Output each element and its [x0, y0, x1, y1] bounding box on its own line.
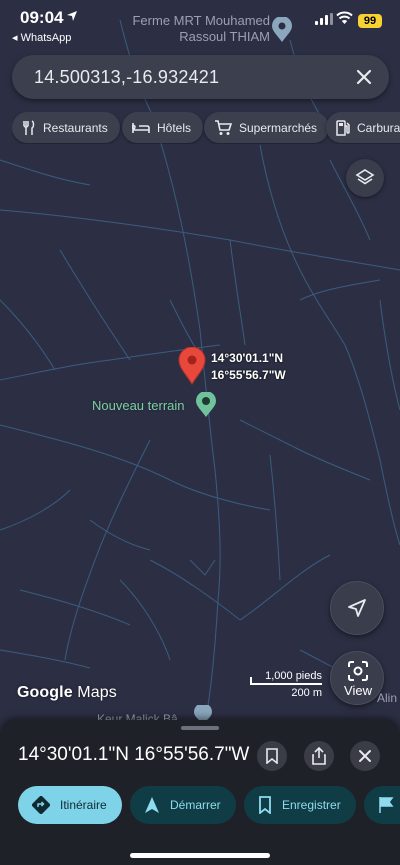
- chip-supermarkets[interactable]: Supermarchés: [204, 112, 330, 143]
- category-chips: Restaurants Hôtels Supermarchés Carburan…: [12, 112, 400, 144]
- chip-label: Restaurants: [43, 120, 108, 135]
- navigation-arrow-icon: [145, 797, 159, 813]
- bookmark-icon: [266, 748, 278, 764]
- battery-indicator: 99: [358, 14, 382, 28]
- cart-icon: [215, 119, 232, 135]
- location-services-icon: [67, 11, 77, 21]
- layers-icon: [355, 169, 375, 185]
- dropped-pin-icon[interactable]: [178, 347, 206, 385]
- flag-icon: [379, 797, 394, 813]
- bookmark-icon: [259, 796, 271, 814]
- close-icon: [359, 750, 371, 762]
- chip-label: Hôtels: [157, 120, 192, 135]
- save-label: Enregistrer: [282, 798, 341, 812]
- place-details-sheet[interactable]: 14°30'01.1"N 16°55'56.7"W Itinéraire Dém…: [0, 720, 400, 865]
- place-pin-icon[interactable]: [271, 17, 293, 43]
- place-title: 14°30'01.1"N 16°55'56.7"W: [18, 744, 250, 765]
- bed-icon: [132, 122, 150, 133]
- fuel-icon: [336, 119, 350, 136]
- directions-button[interactable]: Itinéraire: [18, 786, 122, 824]
- share-button[interactable]: [304, 741, 334, 771]
- my-location-button[interactable]: [330, 581, 384, 635]
- label-flag-button[interactable]: [364, 786, 400, 824]
- maps-wordmark: Maps: [77, 684, 117, 701]
- cellular-signal-icon: [315, 13, 333, 25]
- scale-feet: 1,000 pieds: [265, 670, 322, 682]
- clock: 09:04: [20, 8, 64, 27]
- sheet-drag-handle[interactable]: [181, 726, 219, 730]
- start-label: Démarrer: [170, 798, 221, 812]
- chip-label: Supermarchés: [239, 120, 318, 135]
- pin-coordinates-label: 14°30'01.1"N 16°55'56.7"W: [211, 350, 286, 384]
- wifi-icon: [336, 11, 353, 24]
- chip-label: Carburant: [357, 120, 400, 135]
- back-to-app-link[interactable]: ◂ WhatsApp: [12, 31, 71, 44]
- pin-longitude: 16°55'56.7"W: [211, 368, 286, 382]
- share-icon: [312, 747, 326, 765]
- pin-latitude: 14°30'01.1"N: [211, 351, 284, 365]
- google-maps-logo: Google Maps: [17, 684, 117, 702]
- fork-knife-icon: [23, 119, 35, 135]
- layers-button[interactable]: [346, 159, 384, 197]
- close-sheet-button[interactable]: [350, 741, 380, 771]
- map-place-label-edge[interactable]: Alin: [377, 691, 397, 705]
- google-wordmark: Google: [17, 684, 73, 701]
- navigation-arrow-icon: [348, 599, 366, 617]
- search-input[interactable]: 14.500313,-16.932421: [34, 67, 219, 88]
- action-buttons-row: Itinéraire Démarrer Enregistrer: [18, 786, 400, 824]
- chip-hotels[interactable]: Hôtels: [122, 112, 204, 143]
- street-view-button[interactable]: View: [330, 651, 384, 705]
- saved-place-label[interactable]: Nouveau terrain: [92, 398, 185, 413]
- clear-search-icon[interactable]: [353, 66, 375, 88]
- saved-place-pin-icon[interactable]: [195, 392, 217, 418]
- home-indicator[interactable]: [130, 853, 270, 858]
- scale-meters: 200 m: [291, 687, 322, 699]
- directions-icon: [32, 796, 50, 814]
- chip-restaurants[interactable]: Restaurants: [12, 112, 120, 143]
- directions-label: Itinéraire: [60, 798, 107, 812]
- camera-scan-icon: [348, 661, 368, 681]
- start-navigation-button[interactable]: Démarrer: [130, 786, 236, 824]
- save-bookmark-button[interactable]: [257, 741, 287, 771]
- map-place-label-farm[interactable]: Ferme MRT Mouhamed Rassoul THIAM: [120, 13, 270, 45]
- search-bar[interactable]: 14.500313,-16.932421: [12, 55, 389, 99]
- scale-bar: [250, 683, 322, 685]
- save-button[interactable]: Enregistrer: [244, 786, 356, 824]
- chip-fuel[interactable]: Carburant: [326, 112, 400, 143]
- map-scale: 1,000 pieds 200 m: [250, 670, 324, 702]
